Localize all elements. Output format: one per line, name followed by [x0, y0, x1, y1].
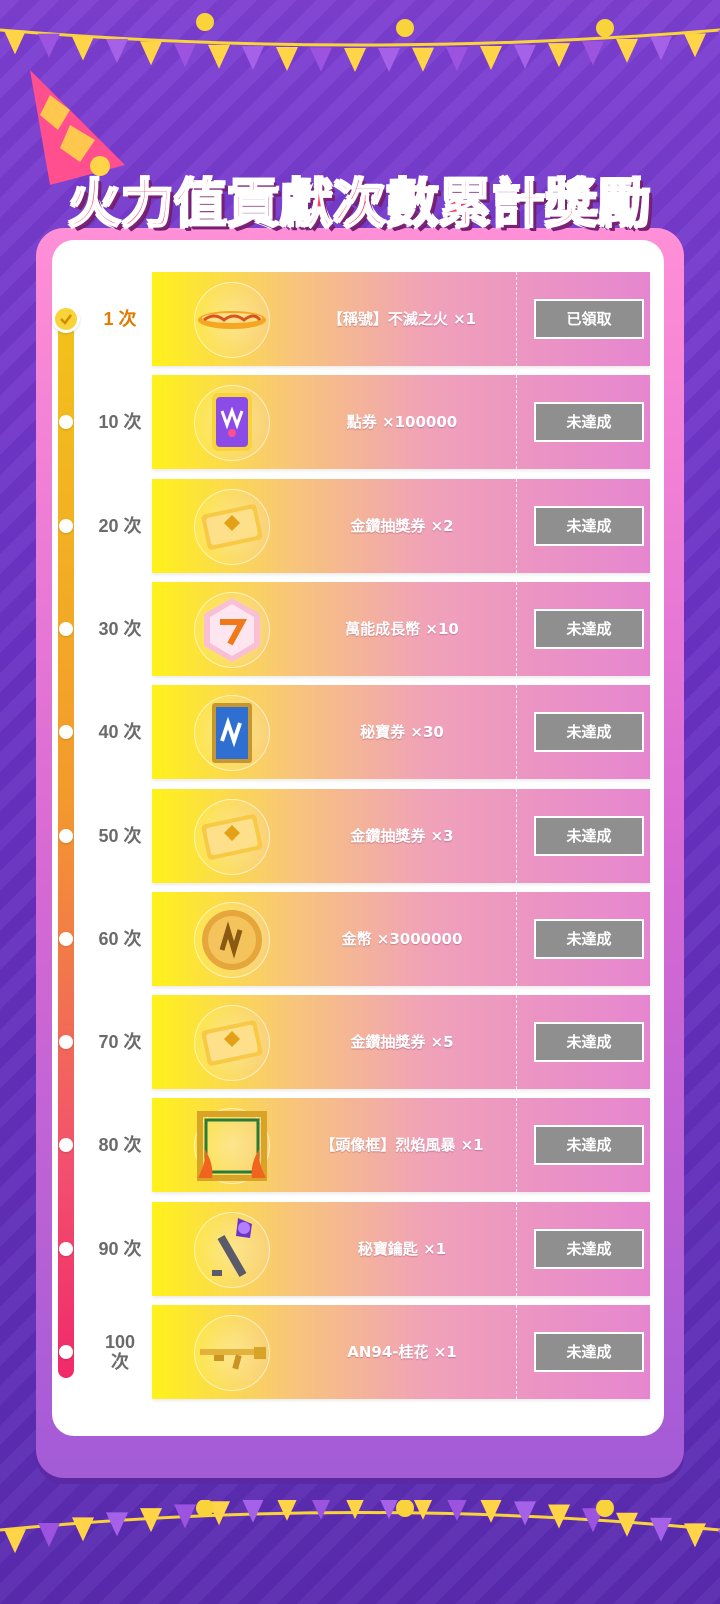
reward-text: 金鑽抽獎券 ×5 — [350, 1033, 454, 1051]
milestone-count-label: 90 次 — [98, 1239, 142, 1259]
milestone-count-label: 30 次 — [98, 619, 142, 639]
timeline-node — [59, 1138, 73, 1152]
not-achieved-button[interactable]: 未達成 — [534, 712, 644, 752]
bunting-top-decoration — [0, 13, 720, 72]
voucher-card-icon — [212, 393, 252, 451]
not-achieved-button[interactable]: 未達成 — [534, 1332, 644, 1372]
row-divider — [516, 789, 517, 883]
reward-row: 金鑽抽獎券 ×3 未達成 — [152, 789, 650, 883]
timeline-node — [59, 519, 73, 533]
reward-text: 秘寶鑰匙 ×1 — [357, 1240, 447, 1258]
not-achieved-button[interactable]: 未達成 — [534, 1125, 644, 1165]
row-divider — [516, 1305, 517, 1399]
not-achieved-button[interactable]: 未達成 — [534, 402, 644, 442]
reward-row: AN94-桂花 ×1 未達成 — [152, 1305, 650, 1399]
timeline-node — [59, 1242, 73, 1256]
row-divider — [516, 995, 517, 1089]
not-achieved-button[interactable]: 未達成 — [534, 816, 644, 856]
reward-text: 金幣 ×3000000 — [341, 930, 463, 948]
claimed-button[interactable]: 已領取 — [534, 299, 644, 339]
reward-text: 萬能成長幣 ×10 — [345, 620, 459, 638]
timeline-node — [59, 1035, 73, 1049]
milestone-count-label: 40 次 — [98, 722, 142, 742]
reward-text: 秘寶券 ×30 — [360, 723, 444, 741]
row-divider — [516, 685, 517, 779]
reward-row: 【稱號】不滅之火 ×1 已領取 — [152, 272, 650, 366]
reward-text: 【頭像框】烈焰風暴 ×1 — [320, 1136, 484, 1154]
not-achieved-button[interactable]: 未達成 — [534, 919, 644, 959]
timeline-node — [59, 415, 73, 429]
reward-row: 點券 ×100000 未達成 — [152, 375, 650, 469]
reward-row: 秘寶券 ×30 未達成 — [152, 685, 650, 779]
reward-row: 【頭像框】烈焰風暴 ×1 未達成 — [152, 1098, 650, 1192]
milestone-count-label: 60 次 — [98, 929, 142, 949]
gold-ticket-icon — [201, 504, 263, 550]
reward-row: 金鑽抽獎券 ×2 未達成 — [152, 479, 650, 573]
page-title: 火力值貢獻次數累計獎勵 — [67, 174, 652, 236]
row-divider — [516, 1098, 517, 1192]
reward-text: 金鑽抽獎券 ×3 — [350, 827, 454, 845]
gold-ticket-icon — [201, 1020, 263, 1066]
row-divider — [516, 582, 517, 676]
reward-text: 點券 ×100000 — [346, 413, 458, 431]
reward-row: 金鑽抽獎券 ×5 未達成 — [152, 995, 650, 1089]
title-banner: 火力值貢獻次數累計獎勵 — [20, 162, 700, 242]
progress-timeline — [58, 318, 74, 1378]
milestone-count-label: 1 次 — [103, 309, 137, 329]
firework-icon — [196, 13, 614, 37]
timeline-node — [59, 1345, 73, 1359]
milestone-count-label: 50 次 — [98, 826, 142, 846]
milestone-count-label: 70 次 — [98, 1032, 142, 1052]
timeline-node — [59, 829, 73, 843]
treasure-card-icon — [212, 703, 252, 763]
avatar-frame-icon — [197, 1111, 267, 1181]
timeline-node-completed — [52, 305, 80, 333]
not-achieved-button[interactable]: 未達成 — [534, 1022, 644, 1062]
milestone-count-label: 80 次 — [98, 1135, 142, 1155]
milestone-count-label: 100 次 — [104, 1332, 136, 1372]
timeline-node — [59, 622, 73, 636]
not-achieved-button[interactable]: 未達成 — [534, 506, 644, 546]
timeline-node — [59, 932, 73, 946]
reward-text: 【稱號】不滅之火 ×1 — [327, 310, 477, 328]
gold-coin-icon — [202, 910, 262, 970]
not-achieved-button[interactable]: 未達成 — [534, 609, 644, 649]
reward-text: 金鑽抽獎券 ×2 — [350, 517, 454, 535]
not-achieved-button[interactable]: 未達成 — [534, 1229, 644, 1269]
reward-text: AN94-桂花 ×1 — [347, 1343, 457, 1361]
row-divider — [516, 375, 517, 469]
row-divider — [516, 892, 517, 986]
flaming-bar-icon — [198, 311, 266, 329]
milestone-count-label: 20 次 — [98, 516, 142, 536]
row-divider — [516, 1202, 517, 1296]
check-icon — [60, 314, 72, 325]
milestone-count-label: 10 次 — [98, 412, 142, 432]
reward-row: 金幣 ×3000000 未達成 — [152, 892, 650, 986]
row-divider — [516, 272, 517, 366]
reward-row: 萬能成長幣 ×10 未達成 — [152, 582, 650, 676]
reward-row: 秘寶鑰匙 ×1 未達成 — [152, 1202, 650, 1296]
golden-rifle-icon — [200, 1347, 266, 1370]
row-divider — [516, 479, 517, 573]
treasure-key-icon — [212, 1218, 252, 1278]
growth-coin-icon — [204, 598, 260, 662]
gold-ticket-icon — [201, 814, 263, 860]
timeline-node — [59, 725, 73, 739]
bunting-bottom-decoration — [0, 1500, 720, 1554]
